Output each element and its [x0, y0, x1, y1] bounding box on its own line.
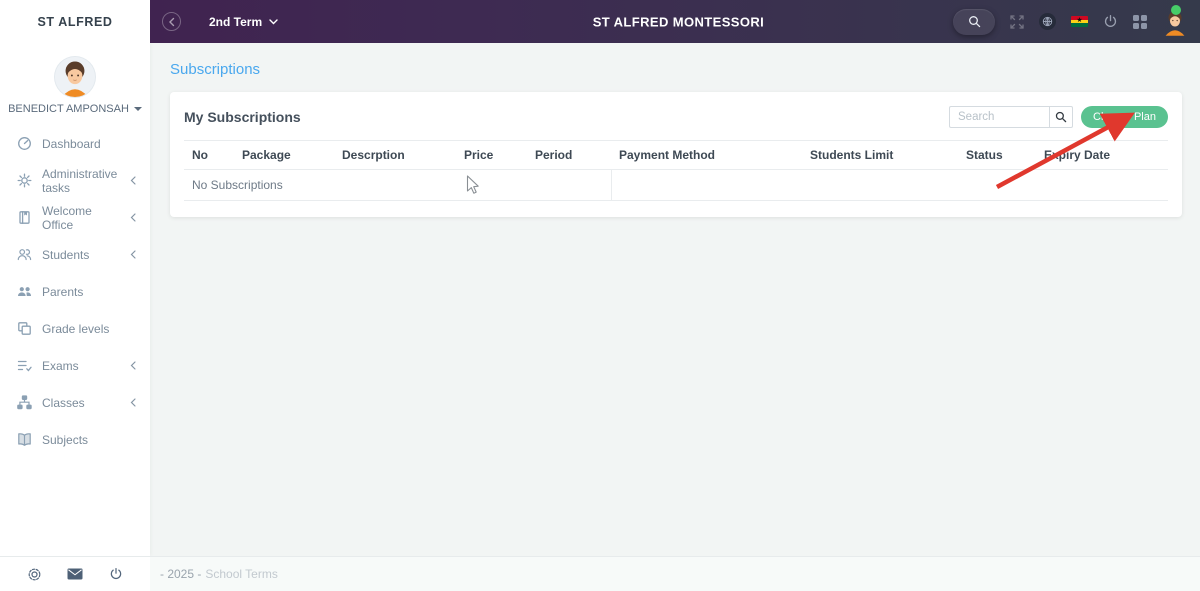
search-submit-button[interactable]	[1049, 106, 1073, 128]
col-package: Package	[234, 140, 334, 170]
sidebar-menu: Dashboard Administrative tasks Welcome O…	[0, 125, 150, 458]
subjects-icon	[17, 432, 32, 447]
classes-icon	[17, 395, 32, 410]
footer-text: - 2025 - School Terms	[150, 557, 1200, 591]
top-bar-actions: ★	[953, 0, 1188, 43]
table-header-row: No Package Descrption Price Period Payme…	[184, 140, 1168, 170]
sidebar-item-exams[interactable]: Exams	[0, 347, 150, 384]
term-selector[interactable]: 2nd Term	[209, 15, 278, 29]
top-bar: ST ALFRED 2nd Term ST ALFRED MONTESSORI	[0, 0, 1200, 43]
footer-sidebar-actions	[0, 557, 150, 591]
grade-levels-icon	[17, 321, 32, 336]
settings-gear-icon[interactable]	[27, 567, 42, 582]
office-icon	[17, 210, 32, 225]
profile-avatar[interactable]	[55, 57, 95, 97]
app-logo[interactable]: ST ALFRED	[0, 0, 150, 43]
students-icon	[17, 247, 32, 262]
sidebar-item-administrative-tasks[interactable]: Administrative tasks	[0, 162, 150, 199]
language-globe-icon[interactable]	[1039, 13, 1056, 30]
chevron-down-icon	[269, 18, 278, 25]
chevron-left-icon	[130, 361, 136, 370]
empty-message: No Subscriptions	[184, 169, 611, 201]
col-status: Status	[958, 140, 1036, 170]
col-students-limit: Students Limit	[802, 140, 958, 170]
search-icon	[1055, 111, 1067, 123]
profile-name-dropdown[interactable]: BENEDICT AMPONSAH	[0, 103, 150, 115]
fullscreen-icon[interactable]	[1010, 14, 1024, 29]
sidebar-item-grade-levels[interactable]: Grade levels	[0, 310, 150, 347]
card-tools: Choose Plan	[949, 106, 1168, 128]
card-header: My Subscriptions Choose Plan	[184, 106, 1168, 128]
logout-power-icon[interactable]	[1103, 14, 1118, 29]
user-avatar[interactable]	[1162, 4, 1188, 36]
page-title: Subscriptions	[170, 61, 261, 78]
arrow-left-icon	[167, 17, 177, 27]
empty-cell	[610, 169, 1168, 201]
school-title: ST ALFRED MONTESSORI	[592, 14, 765, 29]
col-expiry-date: Expiry Date	[1036, 140, 1168, 170]
chevron-left-icon	[130, 213, 136, 222]
search-button[interactable]	[953, 8, 995, 35]
exams-icon	[17, 358, 32, 373]
parents-icon	[17, 284, 32, 299]
sidebar-item-dashboard[interactable]: Dashboard	[0, 125, 150, 162]
top-bar-main: 2nd Term ST ALFRED MONTESSORI ★	[150, 0, 1200, 43]
search-icon	[968, 15, 981, 28]
subscriptions-card: My Subscriptions Choose Plan	[170, 92, 1182, 217]
col-payment-method: Payment Method	[611, 140, 802, 170]
user-name: BENEDICT AMPONSAH	[8, 103, 129, 115]
chevron-left-icon	[130, 250, 136, 259]
caret-down-icon	[133, 107, 142, 111]
footer-year: - 2025 -	[160, 567, 202, 581]
card-title: My Subscriptions	[184, 109, 301, 125]
sidebar-item-classes[interactable]: Classes	[0, 384, 150, 421]
sidebar-item-subjects[interactable]: Subjects	[0, 421, 150, 458]
sidebar-item-parents[interactable]: Parents	[0, 273, 150, 310]
footer-school-terms-link[interactable]: School Terms	[205, 567, 277, 581]
ghana-flag-icon[interactable]: ★	[1071, 16, 1088, 27]
chevron-left-icon	[130, 398, 136, 407]
flag-star: ★	[1076, 16, 1083, 24]
mail-icon[interactable]	[67, 568, 83, 580]
sidebar: BENEDICT AMPONSAH Dashboard Administrati…	[0, 43, 150, 556]
apps-grid-icon[interactable]	[1133, 14, 1147, 29]
col-no: No	[184, 140, 234, 170]
power-icon[interactable]	[109, 567, 123, 581]
online-status-dot	[1171, 4, 1181, 15]
empty-row: No Subscriptions	[184, 169, 1168, 201]
profile-block: BENEDICT AMPONSAH	[0, 43, 150, 115]
search-input[interactable]	[949, 106, 1049, 128]
chevron-left-icon	[130, 176, 136, 185]
sidebar-item-students[interactable]: Students	[0, 236, 150, 273]
table-search-group	[949, 106, 1073, 128]
subscriptions-table: No Package Descrption Price Period Payme…	[184, 140, 1168, 201]
avatar-image	[55, 57, 95, 97]
col-period: Period	[527, 140, 611, 170]
col-description: Descrption	[334, 140, 456, 170]
main-content: Subscriptions My Subscriptions Choose Pl…	[150, 43, 1200, 556]
col-price: Price	[456, 140, 527, 170]
choose-plan-button[interactable]: Choose Plan	[1081, 106, 1168, 128]
gear-icon	[17, 173, 32, 188]
dashboard-icon	[17, 136, 32, 151]
term-label: 2nd Term	[209, 14, 263, 29]
footer: - 2025 - School Terms	[0, 556, 1200, 591]
back-button[interactable]	[162, 12, 181, 31]
sidebar-item-welcome-office[interactable]: Welcome Office	[0, 199, 150, 236]
